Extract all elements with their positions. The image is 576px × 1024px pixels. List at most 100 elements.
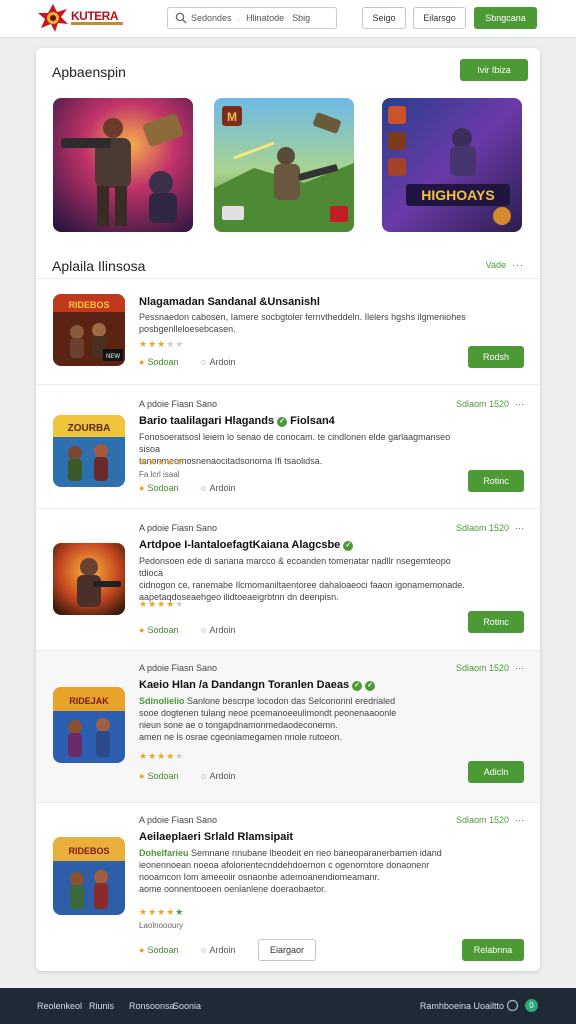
verified-check-icon: ✓: [277, 417, 288, 427]
item-action-button[interactable]: Rodsh: [468, 346, 524, 368]
list-item[interactable]: A pdoie Fiasn Sano Sdlaom 1520 ··· RIDEJA…: [36, 650, 540, 802]
svg-text:M: M: [227, 110, 237, 124]
desc-line: aome oonnentooeen oenlanlene doeraobaeto…: [139, 884, 327, 894]
more-dots-icon[interactable]: ···: [515, 663, 524, 673]
item-description: Pedonsoen ede di sanana marcco & ecoande…: [139, 555, 469, 603]
item-action-button[interactable]: Rotinc: [468, 470, 524, 492]
main-content-card: Apbaenspin Ivir Ibiza M HIGHOAYS Aplaila…: [36, 48, 540, 971]
item-description: Pessnaedon cabosen, Iamere socbgtoler fe…: [139, 311, 469, 335]
register-button[interactable]: Eilarsgo: [413, 7, 466, 29]
item-thumbnail: RIDEJAK: [53, 687, 125, 763]
footer-link[interactable]: Riunis: [89, 1001, 114, 1011]
item-action-button[interactable]: Adicln: [468, 761, 524, 783]
addon-label: ○ Ardoin: [201, 625, 236, 635]
tag-label: ● Sodoan: [139, 945, 179, 955]
more-dots-icon[interactable]: ···: [515, 523, 524, 533]
footer-link[interactable]: Reolenkeol: [37, 1001, 82, 1011]
primary-action-button[interactable]: Sbngcana: [474, 7, 537, 29]
chat-icon[interactable]: [506, 999, 519, 1012]
desc-line: aapetaqdoseaehgeo ilidtoeaeigrbtnn dn de…: [139, 592, 339, 602]
item-kicker: A pdoie Fiasn Sano: [139, 399, 218, 409]
featured-card-1[interactable]: [53, 98, 193, 232]
featured-view-button[interactable]: Ivir Ibiza: [460, 59, 528, 81]
addon-label: ○ Ardoin: [201, 483, 236, 493]
item-action-button[interactable]: Rotinc: [468, 611, 524, 633]
item-note: Fa lcrl isaal: [139, 470, 180, 479]
item-action-button[interactable]: Relabnna: [462, 939, 524, 961]
clock-icon: ○: [201, 357, 207, 367]
logo-emblem-icon: [38, 4, 68, 32]
footer-link[interactable]: Ronsoonsa: [129, 1001, 175, 1011]
tag-icon: ●: [139, 625, 145, 635]
site-logo[interactable]: KUTERA: [37, 3, 127, 33]
search-part-3: Sbig: [292, 13, 311, 23]
item-highlight: Dohelfarieu: [139, 848, 189, 858]
search-icon: [175, 12, 187, 24]
logo-underline: [71, 22, 123, 25]
more-dots-icon[interactable]: ···: [515, 815, 524, 825]
tag-icon: ●: [139, 483, 145, 493]
game-art-battlefield-icon: M: [214, 98, 354, 232]
list-item[interactable]: A pdoie Fiasn Sano Sdlaom 1520 ··· Artdpo…: [36, 508, 540, 650]
featured-card-2[interactable]: M: [214, 98, 354, 232]
featured-card-3[interactable]: HIGHOAYS: [382, 98, 522, 232]
item-title[interactable]: Nlagamadan Sandanal &Unsanishl: [139, 296, 320, 308]
item-meta: Sdlaom 1520 ···: [455, 663, 524, 673]
list-item[interactable]: RIDEBOS NEW Nlagamadan Sandanal &Unsanis…: [36, 278, 540, 384]
item-title[interactable]: Kaeio Hlan /a Dandangn Toranlen Daeas ✓ ✓: [139, 679, 376, 691]
desc-line: Fonosoeratsosl leiem lo senao de conocam…: [139, 432, 451, 454]
item-thumbnail: RIDEBOS NEW: [53, 294, 125, 366]
more-dots-icon[interactable]: ···: [515, 399, 524, 409]
footer-link[interactable]: Soonia: [173, 1001, 201, 1011]
item-thumbnail: ZOURBA: [53, 415, 125, 487]
addon-label: ○ Ardoin: [201, 357, 236, 367]
logo-wordmark: KUTERA: [71, 9, 119, 23]
desc-line: Pessnaedon cabosen, Iamere socbgtoler fe…: [139, 312, 466, 322]
featured-card-3-label: HIGHOAYS: [421, 187, 494, 203]
addon-label: ○ Ardoin: [201, 945, 236, 955]
item-meta: Sdlaom 1520 ···: [455, 399, 524, 409]
item-kicker: A pdoie Fiasn Sano: [139, 523, 218, 533]
desc-line: Sdinolielio Sanlone bescrpe locodon das …: [139, 696, 396, 706]
game-art-heroes-icon: HIGHOAYS: [382, 98, 522, 232]
thumb-text: RIDEBOS: [68, 300, 109, 310]
list-item[interactable]: A pdoie Fiasn Sano Sdlaom 1520 ··· RIDEBO…: [36, 802, 540, 971]
desc-line: amen ne ls osrae cgeoniamegamen nnole ru…: [139, 732, 343, 742]
view-all-link[interactable]: Vade ···: [486, 260, 524, 270]
tag-label: ● Sodoan: [139, 771, 179, 781]
desc-line: posbgenlleloesebcasen.: [139, 324, 236, 334]
tag-label: ● Sodoan: [139, 483, 179, 493]
sign-in-button[interactable]: Seigo: [362, 7, 406, 29]
top-navigation-bar: KUTERA Sedondes. Hlinatode Sbig Seigo Eila…: [0, 0, 576, 38]
item-title[interactable]: Artdpoe I-lantaloefagtKaiana Alagcsbe ✓: [139, 539, 354, 551]
rating-stars: ★★★★★: [139, 339, 185, 349]
item-highlight: Sdinolielio: [139, 696, 185, 706]
item-meta: Sdlaom 1520 ···: [455, 815, 524, 825]
desc-line: ieonennoean noeoa afolonentecnddehdoerno…: [139, 860, 430, 870]
search-input[interactable]: Sedondes. Hlinatode Sbig: [167, 7, 337, 29]
clock-icon: ○: [201, 771, 207, 781]
tag-label: ● Sodoan: [139, 357, 179, 367]
desc-line: nooamcon Iom ameeoiir osnaonbe ademoanen…: [139, 872, 380, 882]
item-kicker: A pdoie Fiasn Sano: [139, 663, 218, 673]
item-meta: Sdlaom 1520 ···: [455, 523, 524, 533]
game-thumbnail-icon: RIDEBOS: [53, 837, 125, 915]
rating-stars-display: ★★★★★: [139, 599, 185, 609]
thumb-text: RIDEJAK: [69, 696, 109, 706]
search-part-2: Hlinatode: [246, 13, 285, 23]
item-title[interactable]: Bario taalilagari Hlagands ✓ Fiolsan4: [139, 415, 335, 427]
item-title[interactable]: Aeilaeplaeri Srlald Rlamsipait: [139, 831, 293, 843]
verified-badge-icon: ✓: [365, 681, 376, 691]
item-secondary-button[interactable]: Eiargaor: [258, 939, 316, 961]
addon-label: ○ Ardoin: [201, 771, 236, 781]
verified-check-icon: ✓: [352, 681, 363, 691]
desc-line: sooe dogtenen tulang neoe pcemanoeeulimo…: [139, 708, 397, 718]
list-item[interactable]: A pdoie Fiasn Sano Sdlaom 1520 ··· ZOURBA…: [36, 384, 540, 508]
clock-icon: ○: [201, 625, 207, 635]
notification-badge[interactable]: 0: [525, 999, 538, 1012]
verified-check-icon: ✓: [343, 541, 354, 551]
footer-bar: Reolenkeol Riunis Ronsoonsa Soonia Ramhb…: [0, 988, 576, 1024]
more-dots-icon: ···: [512, 260, 524, 270]
footer-right-text: Ramhboeina Uoailtto: [419, 1001, 504, 1011]
thumb-text: ZOURBA: [68, 423, 111, 434]
